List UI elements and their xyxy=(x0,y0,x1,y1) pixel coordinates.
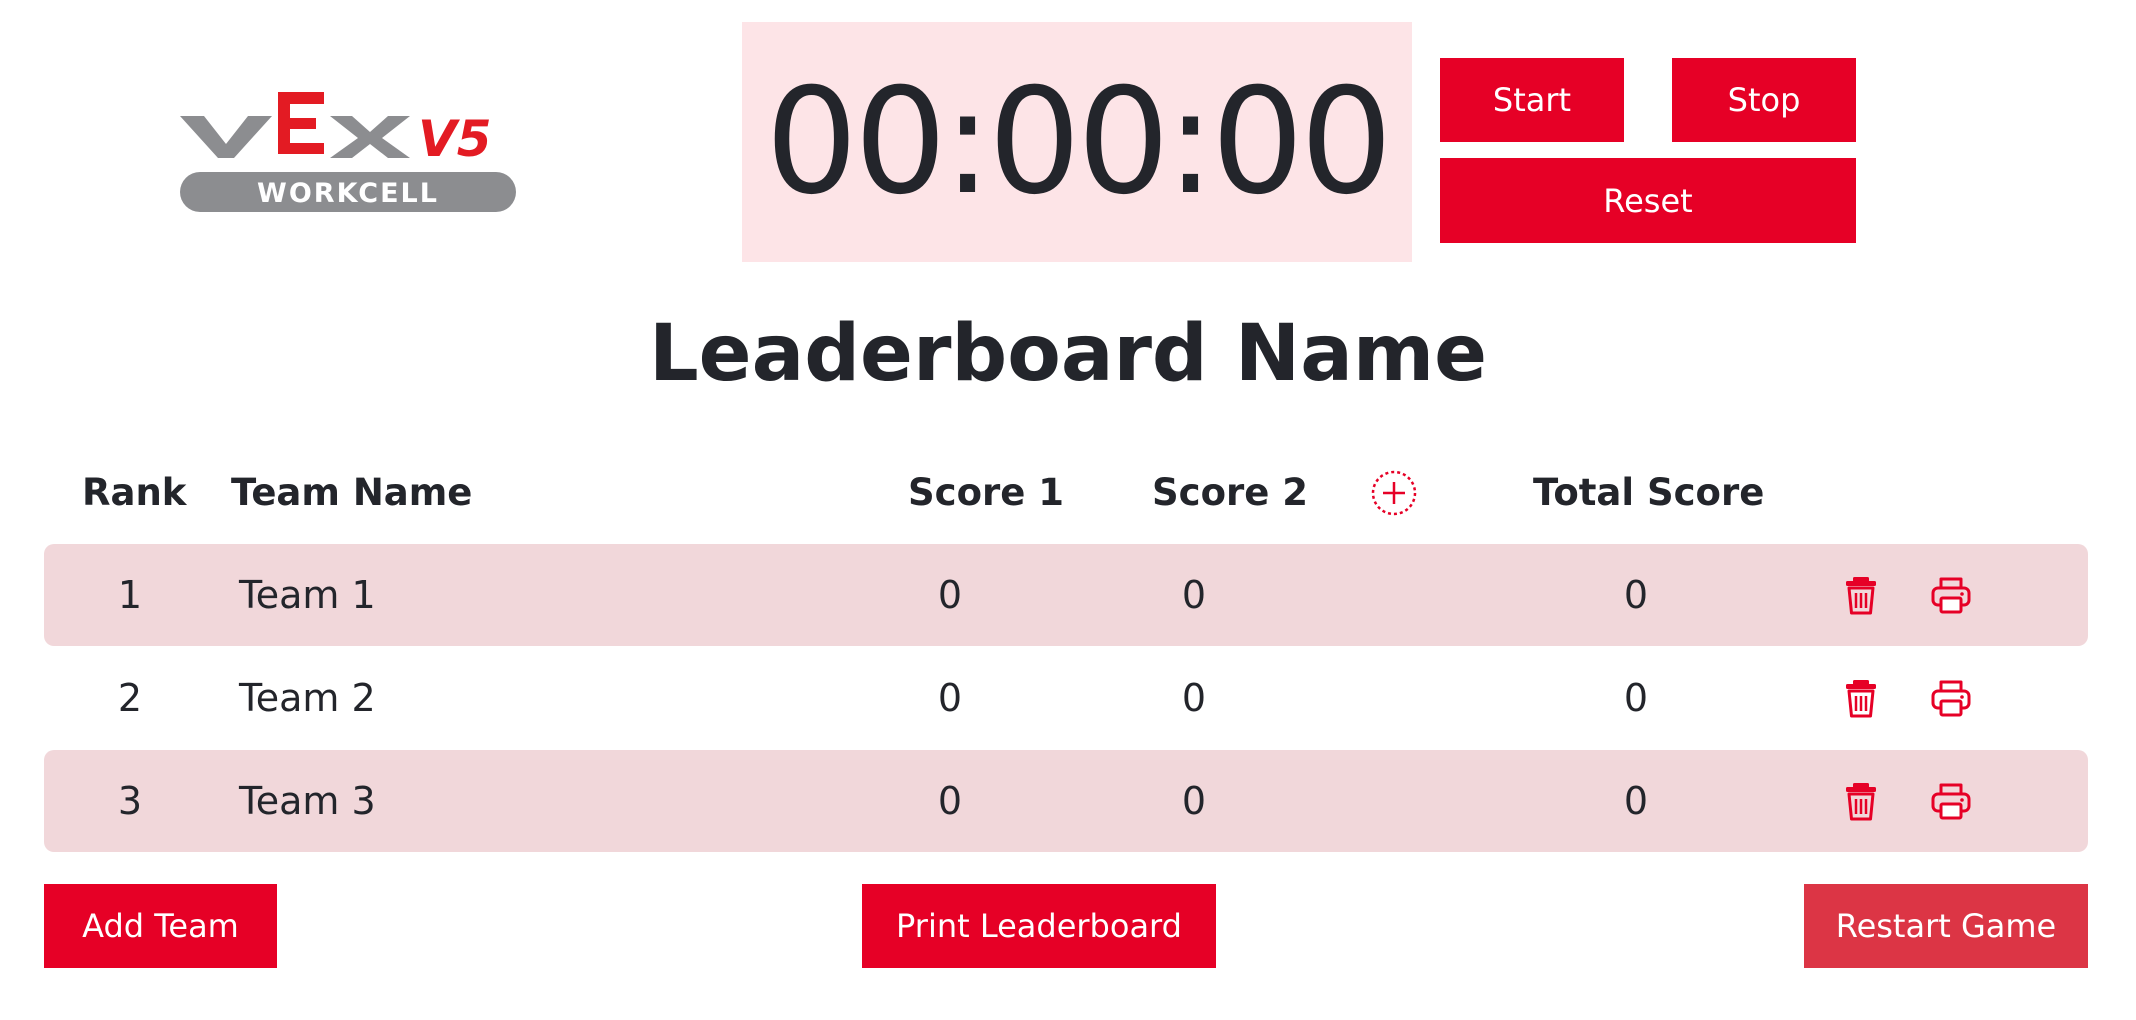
score-1-cell[interactable]: 0 xyxy=(910,647,990,749)
timer-display: 00:00:00 xyxy=(742,22,1412,262)
leaderboard-title: Leaderboard Name xyxy=(648,309,1488,399)
score-1-cell[interactable]: 0 xyxy=(910,750,990,852)
score-2-cell[interactable]: 0 xyxy=(1154,544,1234,646)
printer-icon[interactable] xyxy=(1930,574,1972,616)
rank-cell: 2 xyxy=(117,676,143,720)
trash-icon[interactable] xyxy=(1840,574,1882,616)
add-score-column-icon[interactable] xyxy=(1370,469,1418,517)
timer-value: 00:00:00 xyxy=(765,57,1393,227)
printer-icon[interactable] xyxy=(1930,780,1972,822)
vex-v5-workcell-logo: V5 WORKCELL xyxy=(180,86,516,216)
team-name-cell[interactable]: Team 1 xyxy=(239,544,376,646)
total-score-cell: 0 xyxy=(1623,676,1649,720)
total-score-cell: 0 xyxy=(1623,779,1649,823)
printer-icon[interactable] xyxy=(1930,677,1972,719)
svg-text:WORKCELL: WORKCELL xyxy=(257,178,439,209)
print-leaderboard-button[interactable]: Print Leaderboard xyxy=(862,884,1216,968)
add-team-button[interactable]: Add Team xyxy=(44,884,277,968)
team-name-cell[interactable]: Team 2 xyxy=(239,647,376,749)
trash-icon[interactable] xyxy=(1840,677,1882,719)
restart-game-button[interactable]: Restart Game xyxy=(1804,884,2088,968)
svg-text:V5: V5 xyxy=(418,110,492,168)
rank-cell: 3 xyxy=(117,779,143,823)
trash-icon[interactable] xyxy=(1840,780,1882,822)
column-header-total-score: Total Score xyxy=(1533,471,1765,514)
column-header-rank: Rank xyxy=(82,471,187,514)
rank-cell: 1 xyxy=(117,573,143,617)
column-header-score-1: Score 1 xyxy=(908,471,1064,514)
column-header-score-2: Score 2 xyxy=(1152,471,1308,514)
stop-button[interactable]: Stop xyxy=(1672,58,1856,142)
score-2-cell[interactable]: 0 xyxy=(1154,647,1234,749)
total-score-cell: 0 xyxy=(1623,573,1649,617)
column-header-team-name: Team Name xyxy=(231,471,473,514)
score-2-cell[interactable]: 0 xyxy=(1154,750,1234,852)
table-row: 3 Team 3 0 0 0 xyxy=(44,750,2088,852)
team-name-cell[interactable]: Team 3 xyxy=(239,750,376,852)
reset-button[interactable]: Reset xyxy=(1440,158,1856,243)
table-row: 2 Team 2 0 0 0 xyxy=(44,647,2088,749)
table-row: 1 Team 1 0 0 0 xyxy=(44,544,2088,646)
score-1-cell[interactable]: 0 xyxy=(910,544,990,646)
start-button[interactable]: Start xyxy=(1440,58,1624,142)
